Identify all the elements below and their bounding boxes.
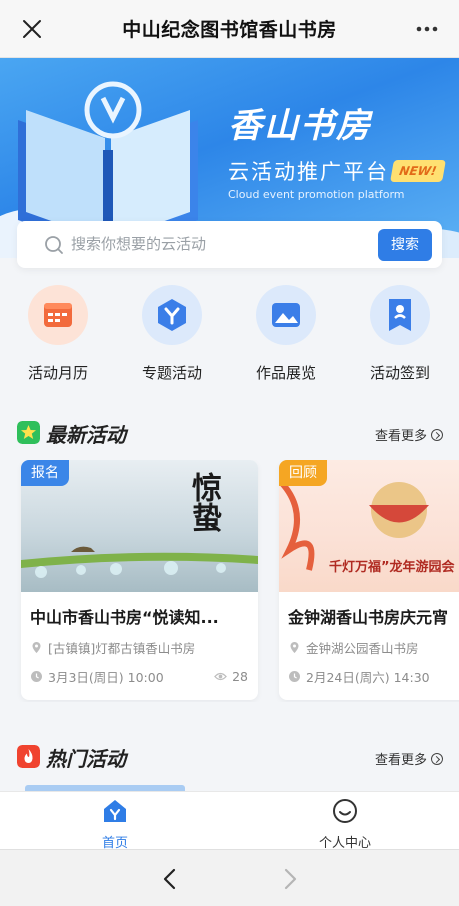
hot-section-header: 热门活动 查看更多 xyxy=(0,743,459,773)
tab-profile[interactable]: 个人中心 xyxy=(265,798,425,851)
clock-icon xyxy=(289,671,300,682)
quick-nav-topic[interactable]: 专题活动 xyxy=(122,285,222,383)
activity-card[interactable]: 惊蛰 报名 中山市香山书房“悦读知... [古镇镇]灯都古镇香山书房 3月3日(… xyxy=(21,460,258,700)
card-location: [古镇镇]灯都古镇香山书房 xyxy=(30,638,248,657)
view-count-text: 28 xyxy=(232,669,248,684)
quick-nav-calendar[interactable]: 活动月历 xyxy=(8,285,108,383)
topic-icon xyxy=(142,285,202,345)
calendar-icon xyxy=(28,285,88,345)
latest-cards-carousel[interactable]: 惊蛰 报名 中山市香山书房“悦读知... [古镇镇]灯都古镇香山书房 3月3日(… xyxy=(0,460,459,702)
card-location-text: 金钟湖公园香山书房 xyxy=(306,641,419,656)
latest-section-title: 最新活动 xyxy=(46,423,126,447)
checkin-icon xyxy=(370,285,430,345)
quick-nav-label: 活动月历 xyxy=(27,364,88,382)
card-location: 金钟湖公园香山书房 xyxy=(288,638,459,657)
card-image: 惊蛰 报名 xyxy=(21,460,258,592)
search-icon xyxy=(45,236,63,254)
activity-card[interactable]: 千灯万福”龙年游园会 回顾 金钟湖香山书房庆元宵 金钟湖公园香山书房 2月24日… xyxy=(279,460,459,700)
smile-user-icon xyxy=(333,799,357,823)
tab-home[interactable]: 首页 xyxy=(35,798,195,851)
search-button[interactable]: 搜索 xyxy=(378,229,432,261)
hot-section-title: 热门活动 xyxy=(46,747,126,771)
quick-nav-label: 活动签到 xyxy=(369,364,430,382)
quick-nav: 活动月历 专题活动 作品展览 活动签到 xyxy=(0,285,459,395)
forward-arrow-icon[interactable] xyxy=(280,868,300,890)
status-badge: 回顾 xyxy=(279,460,327,486)
card-time-text: 3月3日(周日) 10:00 xyxy=(48,670,164,685)
bottom-tab-bar: 首页 个人中心 xyxy=(0,791,459,851)
quick-nav-checkin[interactable]: 活动签到 xyxy=(350,285,450,383)
more-label: 查看更多 xyxy=(374,753,427,768)
hero-brand: 香山书房 xyxy=(228,106,372,146)
browser-nav-bar xyxy=(0,849,459,906)
fire-icon xyxy=(17,745,40,768)
view-count: 28 xyxy=(214,669,248,684)
search-input[interactable] xyxy=(71,231,371,257)
location-pin-icon xyxy=(290,642,299,653)
quick-nav-label: 作品展览 xyxy=(255,364,316,382)
status-badge: 报名 xyxy=(21,460,69,486)
latest-section-header: 最新活动 查看更多 xyxy=(0,419,459,449)
latest-more-link[interactable]: 查看更多 xyxy=(375,425,443,444)
search-bar: 搜索 xyxy=(17,221,442,268)
card-location-text: [古镇镇]灯都古镇香山书房 xyxy=(48,641,196,656)
close-icon[interactable] xyxy=(20,17,44,41)
back-arrow-icon[interactable] xyxy=(160,868,180,890)
more-options-icon[interactable] xyxy=(415,22,439,36)
eye-icon xyxy=(214,672,227,681)
card-time: 3月3日(周日) 10:00 28 xyxy=(30,667,248,686)
gallery-icon xyxy=(256,285,316,345)
location-pin-icon xyxy=(32,642,41,653)
card-image-text: 千灯万福”龙年游园会 xyxy=(329,560,455,575)
card-time: 2月24日(周六) 14:30 xyxy=(288,667,459,686)
title-bar: 中山纪念图书馆香山书房 xyxy=(0,0,459,58)
card-time-text: 2月24日(周六) 14:30 xyxy=(306,670,430,685)
quick-nav-label: 专题活动 xyxy=(141,364,202,382)
window-title: 中山纪念图书馆香山书房 xyxy=(122,19,337,41)
more-label: 查看更多 xyxy=(374,429,427,444)
card-title: 金钟湖香山书房庆元宵 xyxy=(288,608,449,627)
hero-subtitle-en: Cloud event promotion platform xyxy=(228,188,405,201)
card-image: 千灯万福”龙年游园会 回顾 xyxy=(279,460,459,592)
quick-nav-gallery[interactable]: 作品展览 xyxy=(236,285,336,383)
arrow-right-circle-icon xyxy=(431,753,443,765)
hero-subtitle: 云活动推广平台 xyxy=(228,160,389,184)
clock-icon xyxy=(31,671,42,682)
card-image-text: 惊蛰 xyxy=(186,472,221,532)
new-badge: NEW! xyxy=(390,160,446,182)
hot-more-link[interactable]: 查看更多 xyxy=(375,749,443,768)
home-icon xyxy=(104,800,126,822)
star-icon xyxy=(17,421,40,444)
arrow-right-circle-icon xyxy=(431,429,443,441)
card-title: 中山市香山书房“悦读知... xyxy=(30,608,219,627)
